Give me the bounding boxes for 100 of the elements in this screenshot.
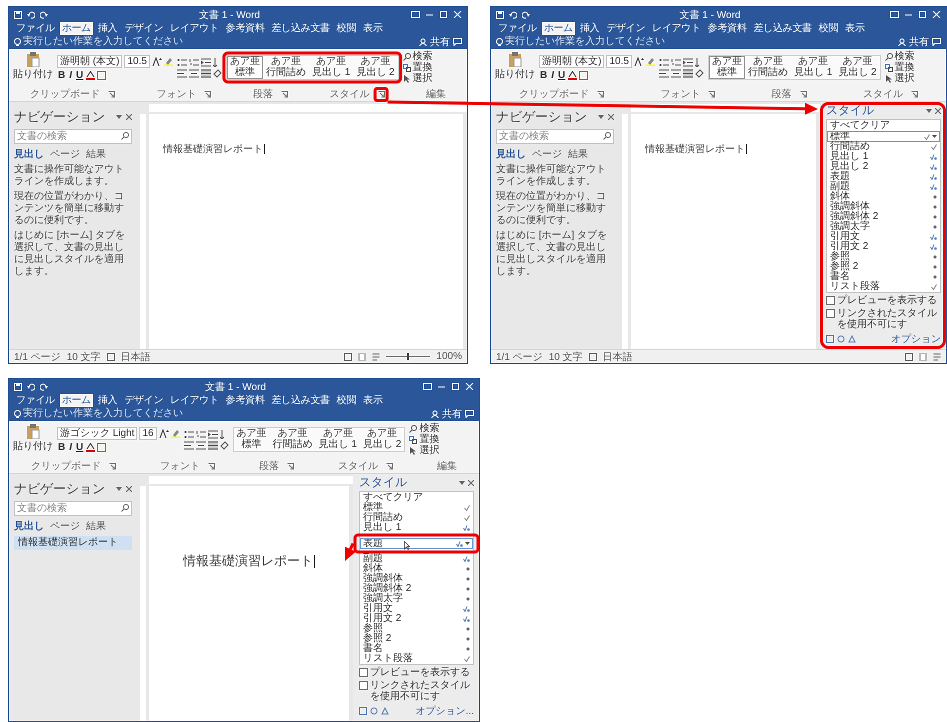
style-item[interactable]: 引用文: [827, 232, 940, 242]
checkbox[interactable]: [826, 296, 835, 305]
maximize-icon[interactable]: [439, 11, 448, 18]
clear-all-item[interactable]: すべてクリア: [830, 121, 890, 131]
dialog-launcher-icon[interactable]: [708, 91, 716, 98]
font-grow-icon[interactable]: [634, 56, 644, 66]
style-item[interactable]: 引用文 2: [827, 242, 940, 252]
format-button[interactable]: B: [57, 442, 66, 452]
font-color-icon[interactable]: [86, 442, 96, 452]
paste-button[interactable]: 貼り付け: [13, 439, 53, 453]
editing-button[interactable]: 置換: [412, 62, 433, 73]
ribbon-tab[interactable]: 校閲: [334, 22, 358, 35]
numbered-list-icon[interactable]: [196, 430, 206, 438]
maximize-icon[interactable]: [451, 383, 460, 390]
ribbon-tab[interactable]: 参考資料: [224, 22, 266, 35]
save-icon[interactable]: [14, 382, 22, 390]
editing-button[interactable]: 選択: [894, 73, 915, 84]
dialog-launcher-icon[interactable]: [597, 91, 604, 98]
tell-me-field[interactable]: 実行したい作業を入力してください: [23, 36, 183, 48]
font-size-field[interactable]: 10.5: [124, 54, 150, 68]
ribbon-tab[interactable]: 挿入: [96, 22, 120, 35]
checkbox[interactable]: [826, 309, 835, 318]
search-field[interactable]: 文書の検索: [14, 129, 132, 144]
style-gallery-item[interactable]: あア亜 見出し 2: [353, 56, 398, 79]
align-center-icon[interactable]: [188, 68, 199, 78]
caret-icon[interactable]: [926, 108, 932, 112]
justify-icon[interactable]: [208, 440, 218, 450]
ribbon-options-icon[interactable]: [411, 11, 420, 18]
style-gallery-item[interactable]: あア亜 行間詰め: [270, 428, 316, 451]
font-name-field[interactable]: 游明朝 (本文): [57, 54, 122, 68]
close-icon[interactable]: [126, 114, 132, 120]
dialog-launcher-icon[interactable]: [910, 91, 918, 98]
save-icon[interactable]: [496, 10, 504, 18]
ribbon-tab[interactable]: 表示: [843, 22, 866, 35]
numbered-list-icon[interactable]: [670, 58, 681, 66]
paste-button[interactable]: 貼り付け: [13, 67, 53, 81]
format-button[interactable]: U: [75, 70, 84, 80]
ribbon-tab[interactable]: ホーム: [542, 22, 575, 35]
indent-icon[interactable]: [200, 58, 211, 66]
editing-button[interactable]: 置換: [894, 62, 915, 73]
style-gallery-item[interactable]: あア亜 標準: [708, 56, 745, 79]
style-item[interactable]: リスト段落: [827, 282, 940, 292]
style-item[interactable]: 斜体: [360, 564, 473, 574]
dialog-launcher-icon[interactable]: [287, 463, 294, 470]
nav-tab[interactable]: 結果: [86, 519, 106, 533]
style-item[interactable]: 書名: [360, 644, 473, 654]
clipboard-icon[interactable]: [508, 51, 522, 67]
manage-styles-icon[interactable]: [381, 707, 389, 715]
read-mode-icon[interactable]: [344, 352, 352, 360]
nav-tab[interactable]: 見出し: [496, 147, 526, 161]
dialog-launcher-icon[interactable]: [208, 463, 215, 470]
caret-icon[interactable]: [116, 115, 122, 119]
ribbon-tab[interactable]: 挿入: [578, 22, 602, 35]
dialog-launcher-icon[interactable]: [109, 463, 116, 470]
style-item[interactable]: 行間詰め: [827, 142, 940, 152]
style-inspector-icon[interactable]: [370, 707, 378, 715]
redo-icon[interactable]: [522, 10, 530, 18]
close-icon[interactable]: [608, 114, 614, 120]
ribbon-tab[interactable]: ファイル: [14, 22, 57, 35]
text-effects-icon[interactable]: [579, 70, 588, 80]
share-button[interactable]: 共有: [909, 35, 929, 49]
ribbon-tab[interactable]: 差し込み文書: [751, 22, 814, 35]
dialog-launcher-icon[interactable]: [378, 91, 385, 98]
nav-tab[interactable]: 見出し: [14, 519, 44, 533]
ribbon-tab[interactable]: 参考資料: [224, 394, 266, 407]
caret-icon[interactable]: [459, 480, 465, 484]
style-item[interactable]: 強調太字: [827, 222, 940, 232]
heading-item[interactable]: 情報基礎演習レポート: [14, 536, 132, 550]
ribbon-tab[interactable]: 挿入: [96, 394, 120, 407]
nav-tab[interactable]: ページ: [532, 147, 562, 161]
shading-icon[interactable]: [212, 68, 222, 78]
format-button[interactable]: I: [550, 70, 556, 80]
style-item[interactable]: 強調斜体 2: [360, 584, 473, 594]
undo-icon[interactable]: [27, 382, 35, 390]
caret-icon[interactable]: [116, 487, 122, 491]
style-gallery-item[interactable]: あア亜 見出し 2: [835, 56, 880, 79]
ribbon-tab[interactable]: デザイン: [122, 394, 166, 407]
save-icon[interactable]: [14, 10, 22, 18]
align-left-icon[interactable]: [658, 68, 669, 78]
options-link[interactable]: オプション: [891, 332, 941, 346]
style-item[interactable]: 見出し 2: [827, 162, 940, 172]
clear-all-item[interactable]: すべてクリア: [363, 493, 423, 503]
close-icon[interactable]: [468, 480, 474, 486]
style-item[interactable]: 強調斜体: [360, 574, 473, 584]
nav-tab[interactable]: ページ: [50, 147, 80, 161]
font-name-field[interactable]: 游ゴシック Light: [57, 426, 138, 440]
editing-button[interactable]: 置換: [419, 434, 440, 445]
style-item[interactable]: 参照 2: [360, 634, 473, 644]
clipboard-icon[interactable]: [26, 51, 40, 67]
dialog-launcher-icon[interactable]: [204, 91, 212, 98]
search-field[interactable]: 文書の検索: [496, 129, 614, 144]
style-item[interactable]: 書名: [827, 272, 940, 282]
paste-button[interactable]: 貼り付け: [495, 67, 535, 81]
style-item[interactable]: 引用文 2: [360, 614, 473, 624]
style-item[interactable]: 参照 2: [827, 262, 940, 272]
close-icon[interactable]: [126, 486, 132, 492]
align-left-icon[interactable]: [176, 68, 187, 78]
style-gallery-item[interactable]: あア亜 行間詰め: [744, 56, 791, 79]
format-button[interactable]: B: [57, 70, 66, 80]
ribbon-tab[interactable]: ホーム: [60, 394, 93, 407]
